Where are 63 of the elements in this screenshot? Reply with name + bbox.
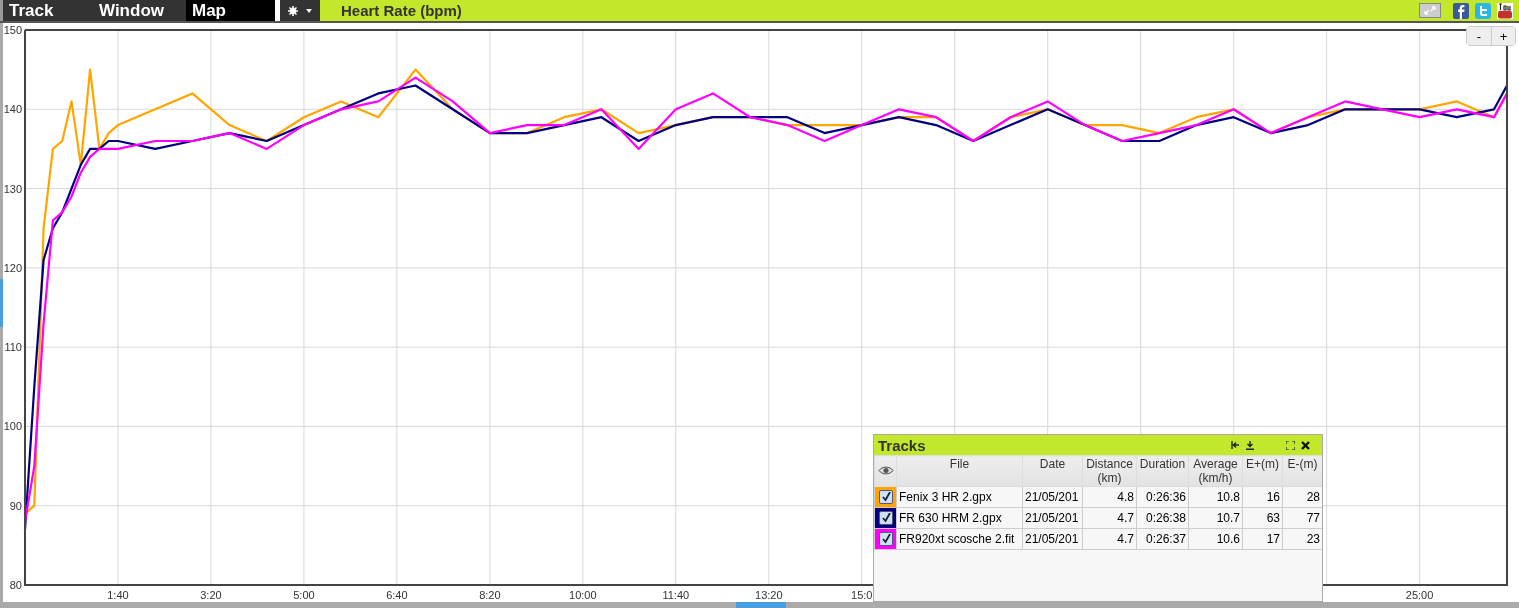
table-cell: 0:26:36 [1136, 486, 1189, 508]
table-cell: 21/05/201 [1022, 486, 1083, 508]
pin-left-icon[interactable] [1231, 441, 1240, 449]
column-header: Distance (km) [1086, 457, 1133, 485]
column-header: Date [1039, 457, 1066, 471]
y-tick-label: 110 [4, 341, 22, 354]
x-tick-label: 25:00 [1405, 589, 1434, 601]
x-tick-label: 1:40 [107, 589, 129, 601]
close-icon[interactable] [1301, 440, 1310, 450]
zoom-button[interactable]: + [1491, 27, 1515, 45]
x-tick-label: 15:0 [851, 589, 873, 601]
gear-icon [288, 5, 298, 16]
x-tick-label: 11:40 [662, 589, 690, 601]
eye-icon [877, 466, 894, 475]
table-cell: 4.8 [1082, 486, 1137, 508]
table-cell: 4.7 [1082, 507, 1137, 529]
facebook-icon[interactable] [1453, 2, 1469, 19]
table-cell: 63 [1242, 507, 1283, 529]
column-header: Average (km/h) [1193, 457, 1238, 485]
table-cell: 17 [1242, 528, 1283, 550]
table-cell: 21/05/201 [1022, 528, 1083, 550]
youtube-icon[interactable] [1497, 2, 1513, 19]
column-header: File [949, 457, 970, 471]
chart-title: Heart Rate (bpm) [341, 2, 462, 19]
x-tick-label: 6:40 [386, 589, 408, 601]
settings-dropdown[interactable] [280, 0, 320, 21]
expand-icon[interactable] [1419, 3, 1441, 18]
checkbox[interactable] [879, 490, 893, 504]
x-tick-label: 3:20 [200, 589, 222, 601]
expand-icon[interactable] [1286, 440, 1295, 450]
table-cell: 0:26:37 [1136, 528, 1189, 550]
side-handle[interactable] [0, 279, 3, 327]
checkbox[interactable] [879, 511, 893, 525]
x-tick-label: 13:20 [755, 589, 783, 601]
table-cell: 10.8 [1188, 486, 1243, 508]
y-tick-label: 140 [3, 103, 22, 116]
table-cell: Fenix 3 HR 2.gpx [896, 486, 1023, 508]
x-tick-label: 8:20 [479, 589, 501, 601]
menu-tab[interactable]: Map [186, 0, 275, 21]
checkbox[interactable] [879, 532, 893, 546]
download-icon[interactable] [1246, 440, 1254, 450]
table-cell: 10.6 [1188, 528, 1243, 550]
table-cell: 10.7 [1188, 507, 1243, 529]
table-cell: 4.7 [1082, 528, 1137, 550]
table-cell: 21/05/201 [1022, 507, 1083, 529]
table-cell: FR 630 HRM 2.gpx [896, 507, 1023, 529]
y-tick-label: 90 [9, 499, 22, 512]
x-tick-label: 5:00 [293, 589, 315, 601]
table-cell: FR920xt scosche 2.fit [896, 528, 1023, 550]
column-header: E-(m) [1287, 457, 1318, 471]
y-tick-label: 130 [3, 182, 22, 195]
caret-icon [306, 8, 312, 13]
y-tick-label: 100 [3, 420, 22, 433]
y-tick-label: 120 [3, 261, 22, 274]
panel-title: Tracks [878, 436, 926, 454]
y-tick-label: 80 [9, 579, 22, 591]
x-tick-label: 10:00 [569, 589, 597, 601]
column-header: Duration [1139, 457, 1186, 471]
scrollbar-thumb[interactable] [736, 602, 786, 608]
table-cell: 0:26:38 [1136, 507, 1189, 529]
y-tick-label: 150 [3, 24, 22, 36]
table-cell: 16 [1242, 486, 1283, 508]
column-header: E+(m) [1246, 457, 1279, 471]
